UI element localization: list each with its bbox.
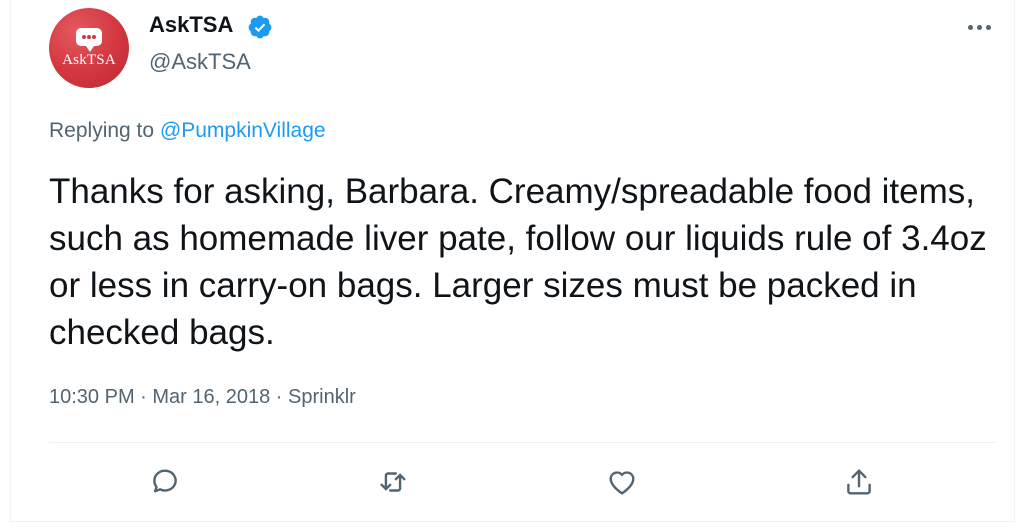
reply-button[interactable] [147,464,183,500]
like-button[interactable] [604,464,640,500]
reply-mention-link[interactable]: @PumpkinVillage [160,119,326,142]
chat-dot [87,35,91,39]
avatar[interactable]: AskTSA [49,8,129,88]
share-icon [847,469,871,495]
avatar-label: AskTSA [62,52,116,68]
tweet-meta: 10:30 PM · Mar 16, 2018 · Sprinklr [49,386,356,409]
chat-dot [82,35,86,39]
tweet-text: Thanks for asking, Barbara. Creamy/sprea… [49,172,987,352]
share-button[interactable] [841,464,877,500]
meta-separator: · [270,386,289,408]
heart-icon [609,471,635,495]
reply-prefix: Replying to [49,119,160,142]
tweet-date[interactable]: Mar 16, 2018 [152,386,270,408]
tweet-card: AskTSA AskTSA @AskTSA Replying to @Pumpk… [10,0,1015,522]
chat-bubble-icon [76,28,102,52]
divider [49,442,996,443]
verified-badge-icon [248,15,272,39]
display-name[interactable]: AskTSA [149,12,233,38]
retweet-icon [380,472,406,492]
retweet-button[interactable] [375,464,411,500]
reply-icon [153,469,177,493]
chat-dot [92,35,96,39]
meta-separator: · [134,386,153,408]
more-button[interactable] [966,12,994,40]
reply-context: Replying to @PumpkinVillage [49,119,326,143]
tweet-source: Sprinklr [288,386,356,408]
author-handle[interactable]: @AskTSA [149,49,251,75]
tweet-time[interactable]: 10:30 PM [49,386,135,408]
